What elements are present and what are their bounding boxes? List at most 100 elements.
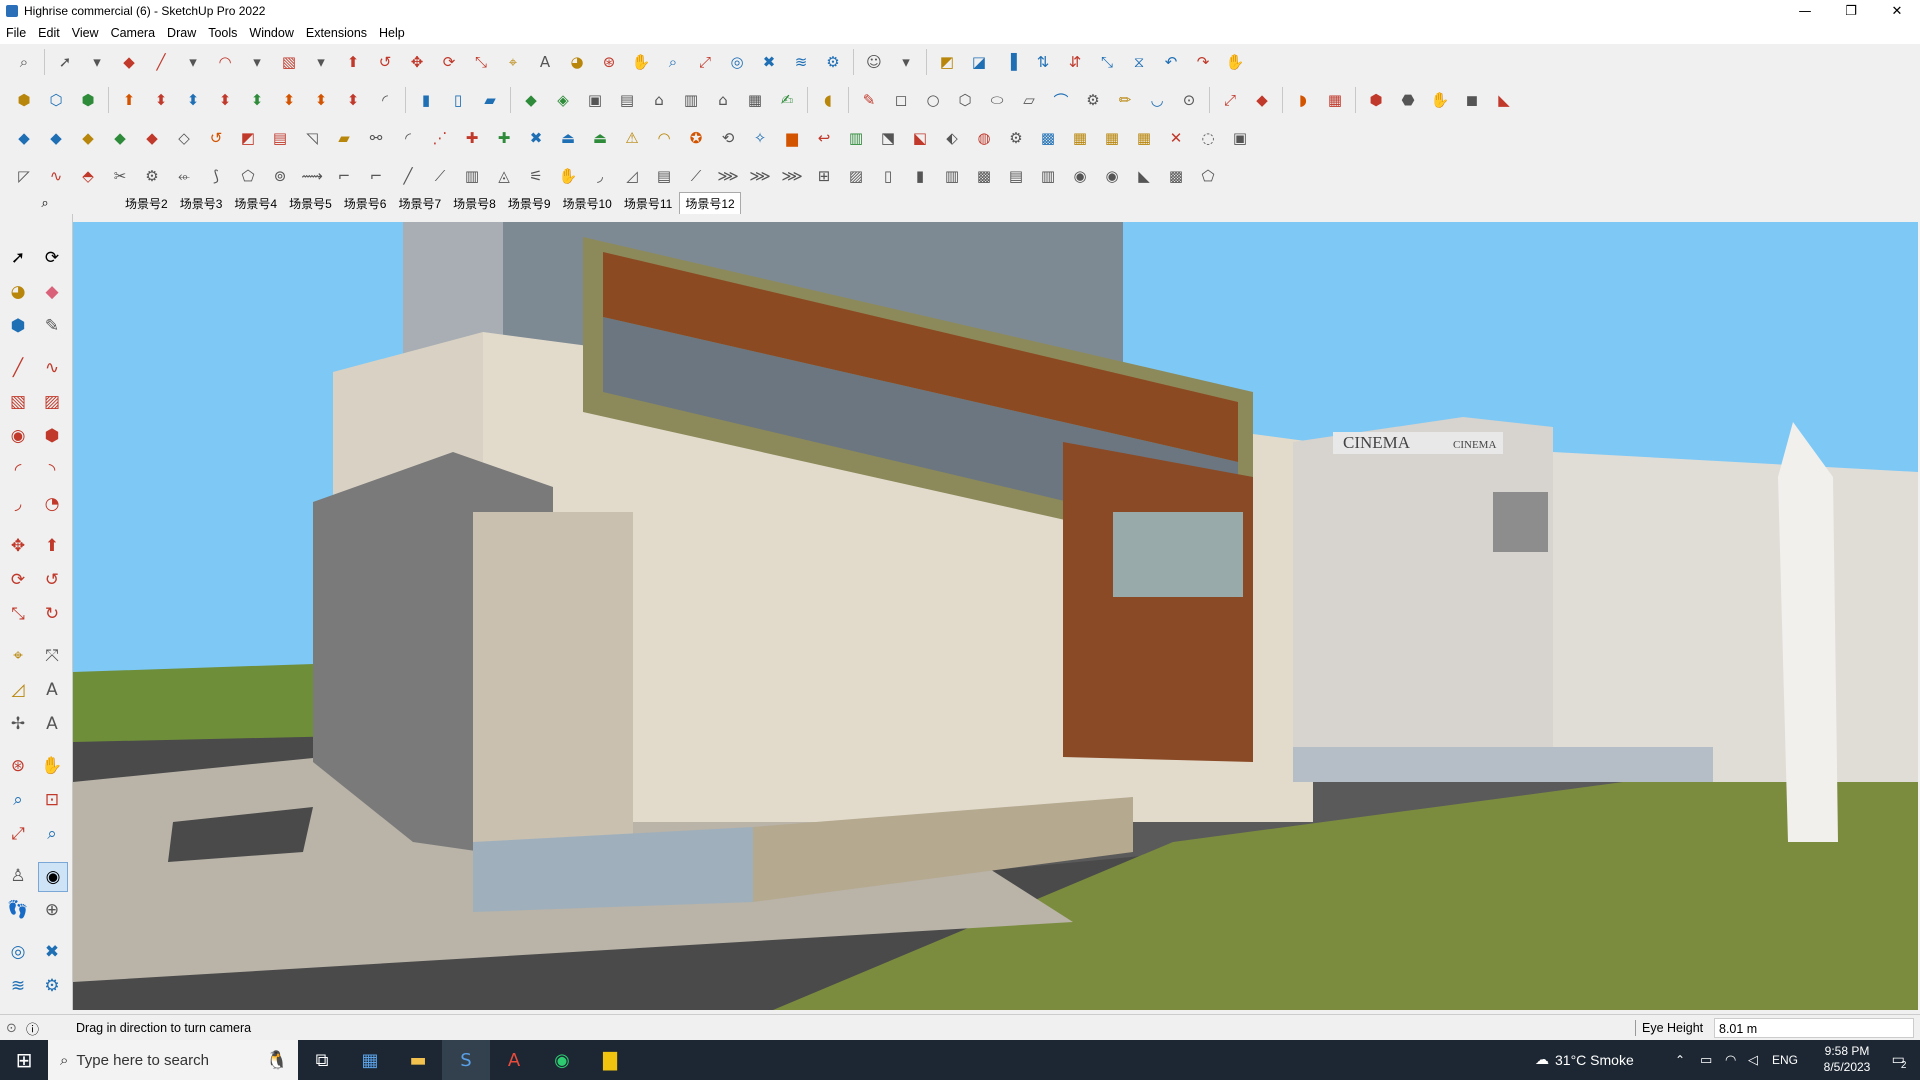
tool-icon-65[interactable]: ▤: [1003, 163, 1029, 189]
sticky-notes-icon[interactable]: ▇: [586, 1040, 634, 1080]
make-component-icon[interactable]: ⬢: [4, 312, 32, 340]
tool-icon-37[interactable]: ✂: [107, 163, 133, 189]
extension-manager-icon[interactable]: ⚙: [38, 972, 66, 1000]
scene-search-icon[interactable]: ⌕: [0, 196, 90, 211]
scale-icon[interactable]: ⤡: [4, 600, 32, 628]
extension-manager-icon[interactable]: ⚙: [820, 49, 846, 75]
walk-icon[interactable]: 👣: [4, 896, 32, 924]
task-view-icon[interactable]: ⧉: [298, 1040, 346, 1080]
move-tool-icon[interactable]: ✥: [404, 49, 430, 75]
tool-icon-50[interactable]: ⚟: [523, 163, 549, 189]
push-pull-icon[interactable]: ⬆: [38, 532, 66, 560]
text-tool-icon[interactable]: A: [532, 49, 558, 75]
scene-tab[interactable]: 场景号11: [619, 193, 677, 214]
tool-icon-32[interactable]: ◌: [1195, 125, 1221, 151]
rotated-rectangle-icon[interactable]: ▨: [38, 388, 66, 416]
plugin-icon-20[interactable]: ✋: [1427, 87, 1453, 113]
shape-hexagon-icon[interactable]: ⬡: [952, 87, 978, 113]
tool-icon-26[interactable]: ⚙: [1003, 125, 1029, 151]
tool-icon-27[interactable]: ▩: [1035, 125, 1061, 151]
solid-tool-2-icon[interactable]: ⬢: [75, 87, 101, 113]
dropdown-icon[interactable]: ▾: [180, 49, 206, 75]
tool-icon-4[interactable]: ◹: [299, 125, 325, 151]
scene-tab[interactable]: 场景号5: [284, 193, 337, 214]
scene-tab[interactable]: 场景号6: [339, 193, 392, 214]
tool-icon-40[interactable]: ⟆: [203, 163, 229, 189]
dropdown-icon[interactable]: ▾: [244, 49, 270, 75]
arc-icon[interactable]: ◜: [4, 456, 32, 484]
tool-icon-44[interactable]: ⌐: [331, 163, 357, 189]
tool-icon-39[interactable]: ⬰: [171, 163, 197, 189]
offset-icon[interactable]: ↻: [38, 600, 66, 628]
autocad-icon[interactable]: A: [490, 1040, 538, 1080]
tool-icon-48[interactable]: ▥: [459, 163, 485, 189]
two-point-arc-icon[interactable]: ◝: [38, 456, 66, 484]
tool-icon-16[interactable]: ✪: [683, 125, 709, 151]
view-left-icon[interactable]: ⌂: [710, 87, 736, 113]
menu-tools[interactable]: Tools: [202, 26, 243, 40]
push-pull-icon[interactable]: ⬆: [340, 49, 366, 75]
arc-tool-icon[interactable]: ◠: [212, 49, 238, 75]
tool-icon-14[interactable]: ⚠: [619, 125, 645, 151]
tool-icon-63[interactable]: ▥: [939, 163, 965, 189]
shape-arc-icon[interactable]: ⌒: [1048, 87, 1074, 113]
zoom-window-icon[interactable]: ⊡: [38, 786, 66, 814]
tool-icon-68[interactable]: ◉: [1099, 163, 1125, 189]
minimize-button[interactable]: —: [1782, 0, 1828, 22]
view-iso-icon[interactable]: ◆: [518, 87, 544, 113]
tool-icon-24[interactable]: ⬖: [939, 125, 965, 151]
scale-tool-icon[interactable]: ⤡: [468, 49, 494, 75]
sandbox-icon-8[interactable]: ⬍: [340, 87, 366, 113]
shape-parallelogram-icon[interactable]: ▱: [1016, 87, 1042, 113]
tool-icon-64[interactable]: ▩: [971, 163, 997, 189]
geo-location-icon[interactable]: ⊙: [6, 1021, 26, 1036]
plugin-icon-5[interactable]: ⇵: [1062, 49, 1088, 75]
calculator-icon[interactable]: ▦: [346, 1040, 394, 1080]
eraser-icon[interactable]: ◆: [116, 49, 142, 75]
scene-tab[interactable]: 场景号9: [503, 193, 556, 214]
tape-measure-icon[interactable]: ⌖: [4, 642, 32, 670]
move-icon[interactable]: ✥: [4, 532, 32, 560]
layer-icon-2[interactable]: ◆: [43, 125, 69, 151]
model-viewport[interactable]: CINEMA CINEMA: [73, 222, 1918, 1010]
file-explorer-icon[interactable]: ▬: [394, 1040, 442, 1080]
component-icon[interactable]: ⬢: [11, 87, 37, 113]
menu-help[interactable]: Help: [373, 26, 411, 40]
tool-icon-62[interactable]: ▮: [907, 163, 933, 189]
text-icon[interactable]: A: [38, 676, 66, 704]
volume-icon[interactable]: ◁: [1748, 1053, 1758, 1068]
tool-icon-34[interactable]: ◸: [11, 163, 37, 189]
tool-icon-31[interactable]: ✕: [1163, 125, 1189, 151]
plugin-icon-17[interactable]: ▦: [1322, 87, 1348, 113]
sandbox-icon-2[interactable]: ⬍: [148, 87, 174, 113]
tool-icon-69[interactable]: ◣: [1131, 163, 1157, 189]
tool-icon-15[interactable]: ◠: [651, 125, 677, 151]
sketchup-taskbar-icon[interactable]: S: [442, 1040, 490, 1080]
layer-icon-4[interactable]: ◆: [107, 125, 133, 151]
scene-tab[interactable]: 场景号4: [229, 193, 282, 214]
axes-icon[interactable]: ✢: [4, 710, 32, 738]
dimension-icon[interactable]: ⤧: [38, 642, 66, 670]
3d-text-icon[interactable]: A: [38, 710, 66, 738]
tool-icon-8[interactable]: ⋰: [427, 125, 453, 151]
section-plane-icon[interactable]: ▮: [413, 87, 439, 113]
view-back-icon[interactable]: ▥: [678, 87, 704, 113]
tool-icon-30[interactable]: ▦: [1131, 125, 1157, 151]
sandbox-icon-5[interactable]: ⬍: [244, 87, 270, 113]
orbit-tool-icon[interactable]: ⊛: [596, 49, 622, 75]
scene-tab[interactable]: 场景号2: [120, 193, 173, 214]
tool-icon-52[interactable]: ◞: [587, 163, 613, 189]
extension-warehouse-icon[interactable]: ✖: [38, 938, 66, 966]
tool-icon-13[interactable]: ⏏: [587, 125, 613, 151]
tool-icon-11[interactable]: ✖: [523, 125, 549, 151]
tool-icon-7[interactable]: ◜: [395, 125, 421, 151]
layer-icon-6[interactable]: ◇: [171, 125, 197, 151]
tool-icon-66[interactable]: ▥: [1035, 163, 1061, 189]
dropdown-icon[interactable]: ▾: [893, 49, 919, 75]
tool-icon-5[interactable]: ▰: [331, 125, 357, 151]
plugin-icon-7[interactable]: ⧖: [1126, 49, 1152, 75]
menu-extensions[interactable]: Extensions: [300, 26, 373, 40]
circle-icon[interactable]: ◉: [4, 422, 32, 450]
round-corner-icon[interactable]: ◜: [372, 87, 398, 113]
tool-icon-70[interactable]: ▩: [1163, 163, 1189, 189]
